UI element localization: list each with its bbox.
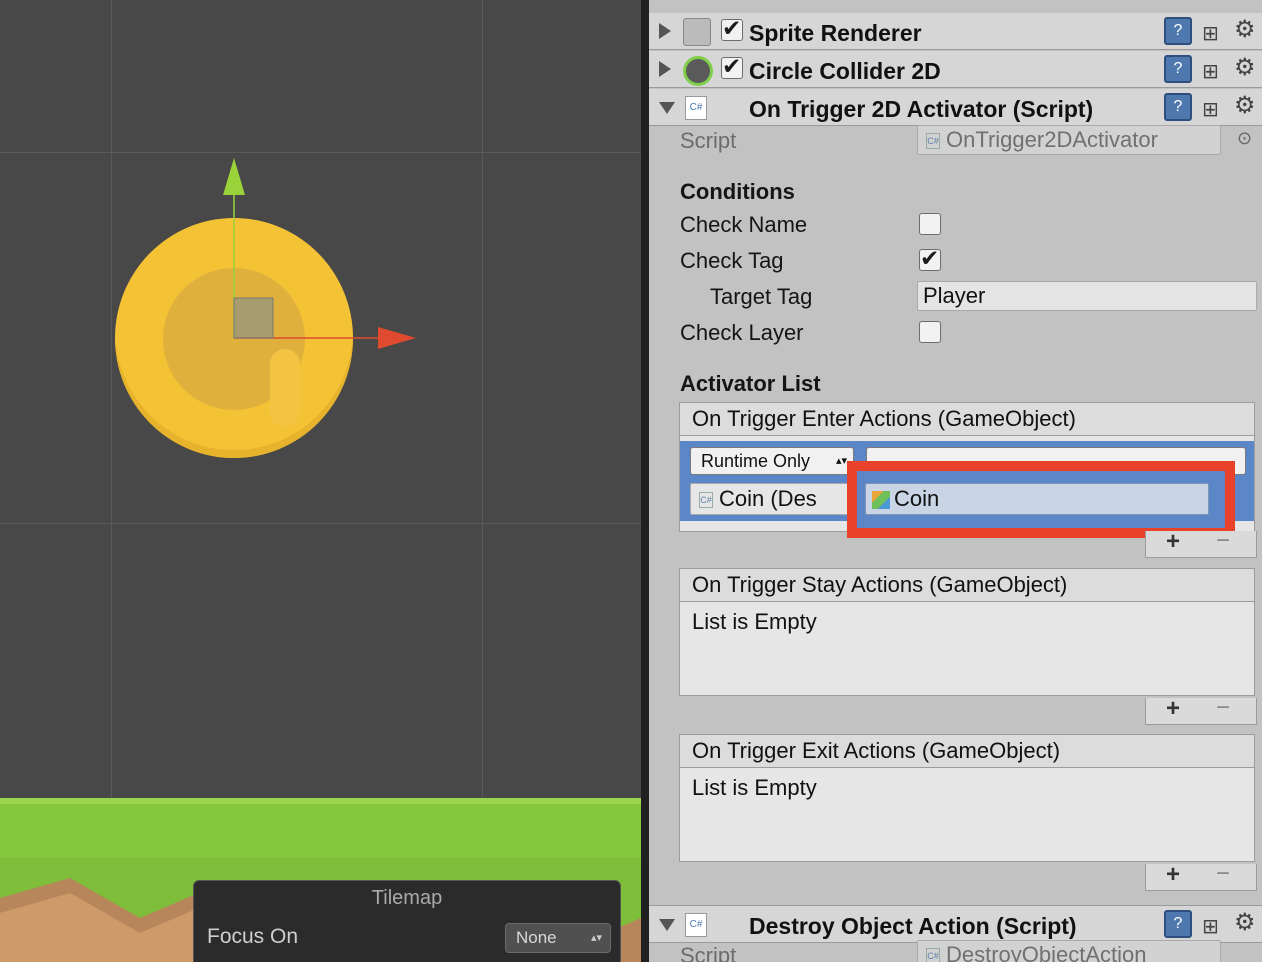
trigger-activator-header[interactable]: C# On Trigger 2D Activator (Script) ? ⊞ …: [649, 89, 1262, 126]
stay-list-buttons: + −: [1145, 694, 1257, 725]
component-tools: ? ⊞ ⚙: [1152, 15, 1262, 46]
tilemap-title: Tilemap: [371, 887, 443, 909]
circle-collider-title: Circle Collider 2D: [749, 58, 941, 84]
target-tag-label: Target Tag: [710, 284, 813, 309]
collapse-arrow-icon[interactable]: [659, 102, 675, 114]
empty-list-text: List is Empty: [692, 775, 817, 800]
check-name-checkbox[interactable]: [919, 213, 941, 235]
gear-icon[interactable]: ⚙: [1234, 91, 1256, 120]
focus-on-label: Focus On: [207, 925, 299, 948]
ground-grass: [0, 798, 641, 864]
gameobject-icon: [872, 491, 890, 510]
destroy-action-title: Destroy Object Action (Script): [749, 913, 1077, 939]
runtime-dropdown-value: Runtime Only: [701, 451, 811, 471]
component-tools: ? ⊞ ⚙: [1152, 91, 1262, 122]
gear-icon[interactable]: ⚙: [1234, 908, 1256, 937]
sprite-renderer-title: Sprite Renderer: [749, 20, 922, 46]
add-button[interactable]: +: [1166, 695, 1180, 723]
help-icon[interactable]: ?: [1164, 55, 1192, 83]
sprite-renderer-enabled-checkbox[interactable]: [721, 15, 743, 42]
script-field[interactable]: C# DestroyObjectAction: [917, 940, 1221, 962]
circle-collider-enabled-checkbox[interactable]: [721, 53, 743, 80]
updown-icon: ▴▾: [590, 932, 602, 944]
script-field-value: OnTrigger2DActivator: [946, 127, 1158, 152]
focus-on-dropdown[interactable]: None ▴▾: [505, 923, 611, 953]
event-object-value: Coin: [894, 486, 940, 511]
help-icon[interactable]: ?: [1164, 910, 1192, 938]
check-tag-label: Check Tag: [680, 248, 784, 273]
collapse-arrow-icon[interactable]: [659, 919, 675, 931]
check-layer-label: Check Layer: [680, 320, 804, 345]
help-icon[interactable]: ?: [1164, 93, 1192, 121]
gear-icon[interactable]: ⚙: [1234, 53, 1256, 82]
add-button[interactable]: +: [1166, 861, 1180, 889]
preset-icon[interactable]: ⊞: [1202, 914, 1219, 939]
check-tag-checkbox[interactable]: [919, 245, 941, 272]
exit-actions-list: On Trigger Exit Actions (GameObject) Lis…: [679, 734, 1255, 862]
object-picker-icon[interactable]: ⊙: [1237, 128, 1252, 149]
sprite-renderer-icon: [683, 18, 711, 46]
script-field-value: DestroyObjectAction: [946, 942, 1147, 962]
panel-divider[interactable]: [641, 0, 649, 962]
exit-list-buttons: + −: [1145, 860, 1257, 891]
script-field[interactable]: C# OnTrigger2DActivator: [917, 125, 1221, 155]
component-tools: ? ⊞ ⚙: [1152, 908, 1262, 939]
remove-button[interactable]: −: [1216, 860, 1230, 888]
circle-collider-icon: [683, 56, 713, 86]
remove-button[interactable]: −: [1216, 527, 1230, 555]
enter-list-buttons: + −: [1145, 527, 1257, 558]
script-icon: C#: [926, 948, 940, 962]
script-label: Script: [680, 128, 737, 153]
expand-arrow-icon[interactable]: [659, 23, 671, 39]
runtime-dropdown[interactable]: Runtime Only ▴▾: [690, 447, 854, 475]
stay-actions-list: On Trigger Stay Actions (GameObject) Lis…: [679, 568, 1255, 696]
event-object-field[interactable]: Coin: [865, 483, 1209, 515]
script-label: Script: [680, 943, 737, 962]
focus-on-value: None: [516, 928, 557, 947]
help-icon[interactable]: ?: [1164, 17, 1192, 45]
circle-collider-header[interactable]: Circle Collider 2D ? ⊞ ⚙: [649, 51, 1262, 88]
script-icon: C#: [685, 96, 707, 120]
trigger-activator-title: On Trigger 2D Activator (Script): [749, 96, 1094, 122]
script-icon: C#: [699, 492, 713, 509]
gear-icon[interactable]: ⚙: [1234, 15, 1256, 44]
empty-list-text: List is Empty: [692, 609, 817, 634]
event-target-field[interactable]: C# Coin (Des: [690, 483, 854, 515]
inspector-panel: Sprite Renderer ? ⊞ ⚙ Circle Collider 2D…: [649, 0, 1262, 962]
sprite-renderer-header[interactable]: Sprite Renderer ? ⊞ ⚙: [649, 13, 1262, 50]
component-tools: ? ⊞ ⚙: [1152, 53, 1262, 84]
scene-view[interactable]: Tilemap Focus On None ▴▾: [0, 0, 641, 962]
conditions-header: Conditions: [680, 179, 795, 204]
check-layer-checkbox[interactable]: [919, 321, 941, 343]
activator-list-header: Activator List: [680, 371, 821, 396]
add-button[interactable]: +: [1166, 528, 1180, 556]
event-target-value: Coin (Des: [719, 486, 817, 511]
tilemap-overlay: Tilemap Focus On None ▴▾: [193, 880, 621, 962]
preset-icon[interactable]: ⊞: [1202, 97, 1219, 122]
check-name-label: Check Name: [680, 212, 808, 237]
target-tag-field[interactable]: Player: [917, 281, 1257, 311]
remove-button[interactable]: −: [1216, 694, 1230, 722]
script-icon: C#: [685, 913, 707, 937]
destroy-action-header[interactable]: C# Destroy Object Action (Script) ? ⊞ ⚙: [649, 905, 1262, 943]
preset-icon[interactable]: ⊞: [1202, 21, 1219, 46]
expand-arrow-icon[interactable]: [659, 61, 671, 77]
updown-icon: ▴▾: [835, 455, 847, 467]
script-icon: C#: [926, 133, 940, 150]
stay-actions-title: On Trigger Stay Actions (GameObject): [680, 569, 1254, 602]
exit-actions-title: On Trigger Exit Actions (GameObject): [680, 735, 1254, 768]
preset-icon[interactable]: ⊞: [1202, 59, 1219, 84]
enter-actions-title: On Trigger Enter Actions (GameObject): [680, 403, 1254, 436]
